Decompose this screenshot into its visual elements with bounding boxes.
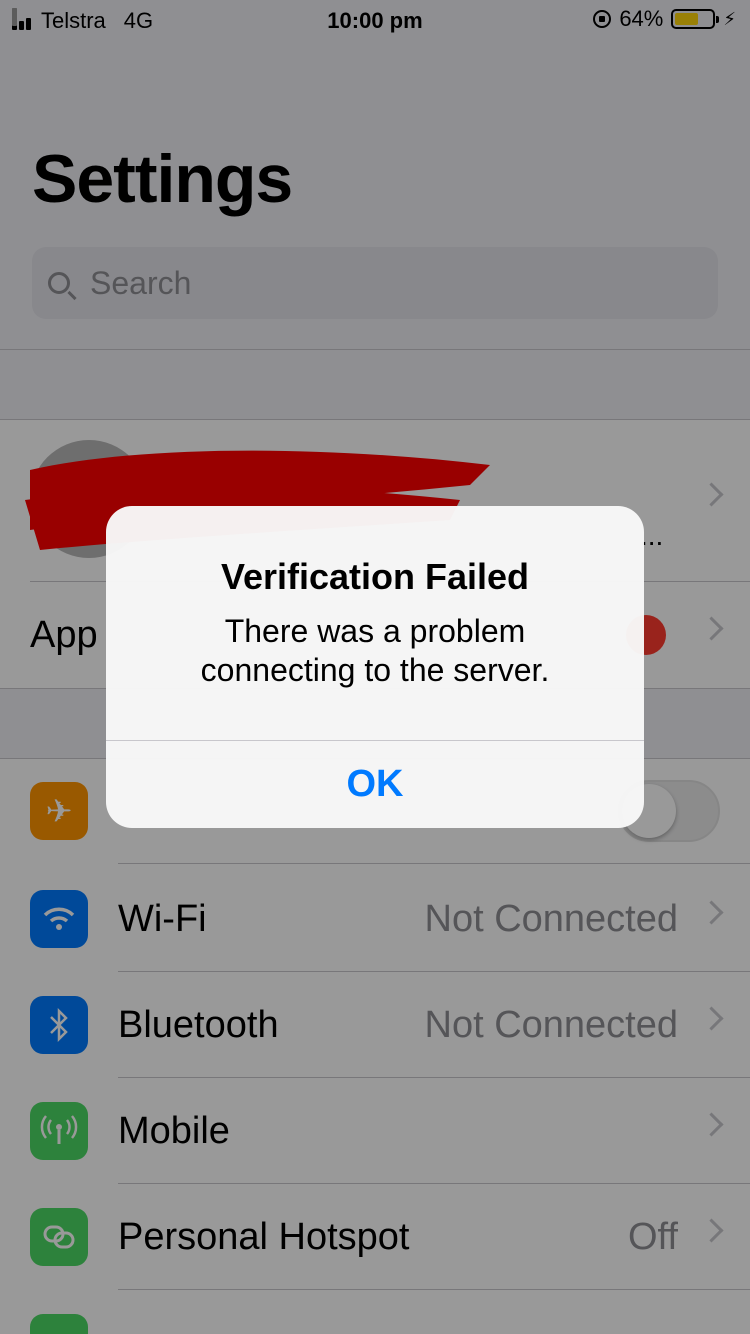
settings-screen: Telstra 4G 10:00 pm 64% ⚡ Settings ... A… — [0, 0, 750, 1334]
alert-dialog: Verification Failed There was a problem … — [106, 506, 644, 828]
alert-message: There was a problem connecting to the se… — [200, 613, 550, 688]
ok-button[interactable]: OK — [106, 741, 644, 828]
alert-title: Verification Failed — [220, 556, 530, 597]
